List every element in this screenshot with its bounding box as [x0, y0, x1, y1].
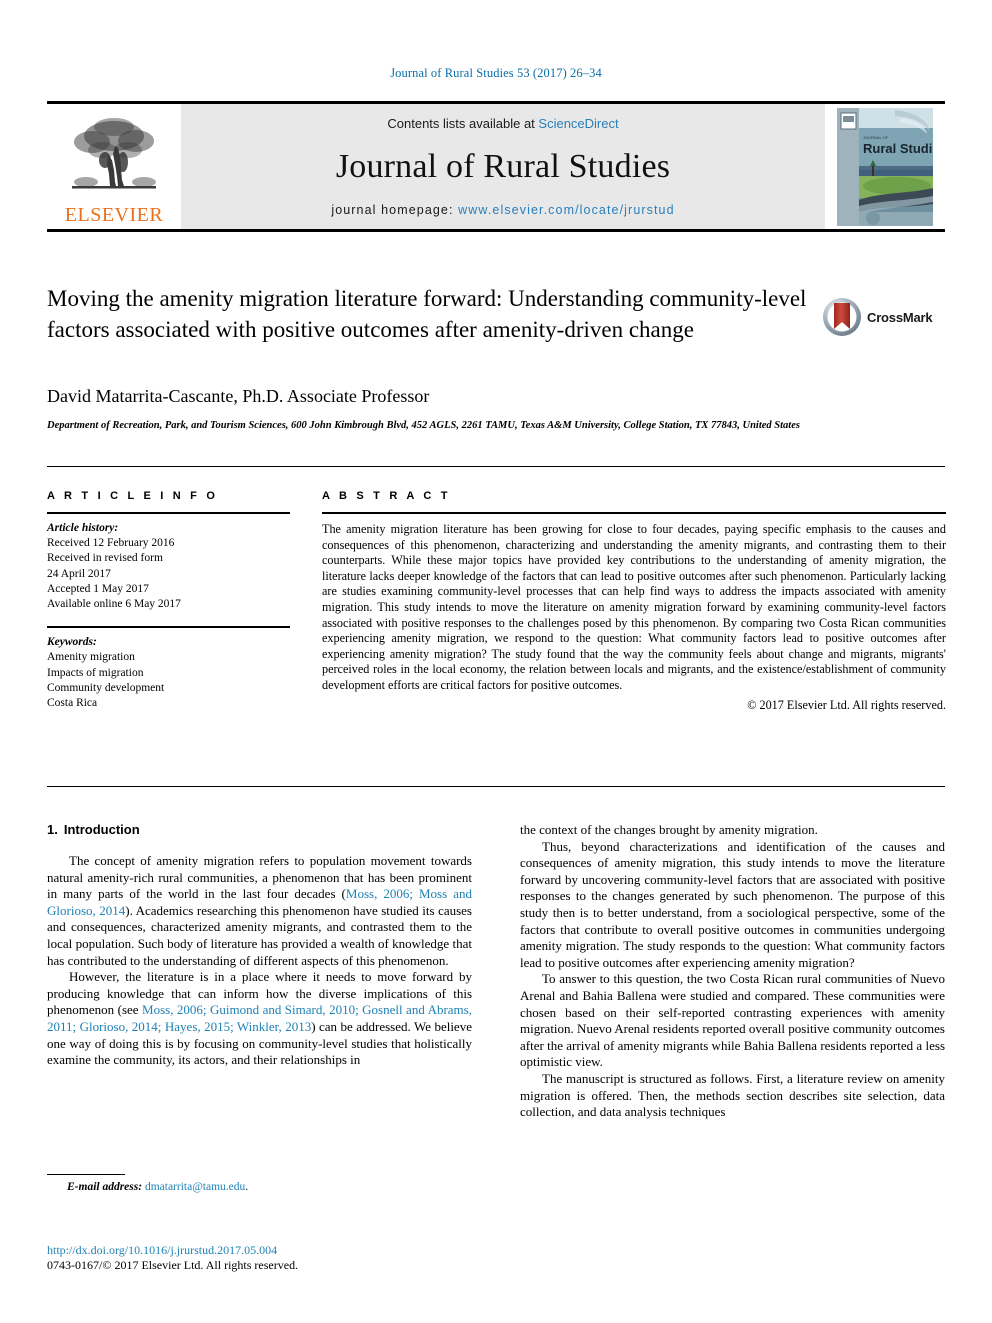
- email-address-label: E-mail address:: [67, 1181, 143, 1193]
- svg-text:JOURNAL OF: JOURNAL OF: [863, 135, 889, 140]
- paragraph-right-3: The manuscript is structured as follows.…: [520, 1071, 945, 1121]
- paragraph-text: the context of the changes brought by am…: [520, 822, 818, 837]
- keywords-label: Keywords:: [47, 636, 97, 649]
- divider-above-abstract: [47, 466, 945, 467]
- journal-title: Journal of Rural Studies: [335, 148, 671, 185]
- journal-masthead: ELSEVIER Contents lists available at Sci…: [47, 101, 945, 232]
- keyword-0: Amenity migration: [47, 651, 135, 664]
- svg-text:Rural Studies: Rural Studies: [863, 141, 933, 156]
- paper-page: Journal of Rural Studies 53 (2017) 26–34: [0, 0, 992, 1323]
- elsevier-logo: ELSEVIER: [47, 104, 181, 229]
- footnote-block: E-mail address: dmatarrita@tamu.edu.: [47, 1174, 472, 1193]
- paragraph-text: The manuscript is structured as follows.…: [520, 1070, 945, 1120]
- history-item-3: Accepted 1 May 2017: [47, 582, 149, 595]
- keyword-2: Community development: [47, 681, 165, 694]
- journal-cover-thumbnail: JOURNAL OF Rural Studies: [825, 104, 945, 229]
- article-history-block: Article history: Received 12 February 20…: [47, 514, 290, 612]
- crossmark-icon: [823, 298, 861, 336]
- crossmark-label: CrossMark: [867, 309, 933, 325]
- abstract-column: A B S T R A C T The amenity migration li…: [322, 490, 946, 713]
- section-title: Introduction: [63, 822, 140, 837]
- journal-homepage-line: journal homepage: www.elsevier.com/locat…: [331, 203, 674, 217]
- footnote-trailing: .: [245, 1181, 249, 1193]
- paragraph-left-1: However, the literature is in a place wh…: [47, 969, 472, 1069]
- history-item-1: Received in revised form: [47, 552, 163, 565]
- article-history-label: Article history:: [47, 522, 119, 534]
- history-item-2: 24 April 2017: [47, 567, 111, 580]
- paragraph-left-0: The concept of amenity migration refers …: [47, 853, 472, 969]
- page-title: Moving the amenity migration literature …: [47, 286, 807, 342]
- author-email-link[interactable]: dmatarrita@tamu.edu: [145, 1181, 245, 1193]
- footnote-email-line: E-mail address: dmatarrita@tamu.edu.: [47, 1181, 472, 1193]
- section-number: 1.: [47, 822, 58, 837]
- masthead-center: Contents lists available at ScienceDirec…: [181, 104, 825, 229]
- paragraph-right-1: Thus, beyond characterizations and ident…: [520, 839, 945, 972]
- title-block: Moving the amenity migration literature …: [47, 283, 807, 345]
- article-info-column: A R T I C L E I N F O Article history: R…: [47, 490, 290, 711]
- keyword-3: Costa Rica: [47, 697, 98, 710]
- article-info-heading: A R T I C L E I N F O: [47, 490, 219, 502]
- abstract-heading: A B S T R A C T: [322, 490, 451, 502]
- author-name: David Matarrita-Cascante, Ph.D. Associat…: [47, 386, 430, 406]
- homepage-prefix: journal homepage:: [331, 203, 459, 217]
- doi-link[interactable]: http://dx.doi.org/10.1016/j.jrurstud.201…: [47, 1243, 567, 1258]
- running-head: Journal of Rural Studies 53 (2017) 26–34: [390, 66, 602, 80]
- body-columns: 1. Introduction The concept of amenity mi…: [47, 822, 945, 1202]
- paragraph-text: To answer to this question, the two Cost…: [520, 971, 945, 1070]
- journal-homepage-link[interactable]: www.elsevier.com/locate/jrurstud: [458, 203, 675, 217]
- divider-below-abstract: [47, 786, 945, 787]
- contents-prefix: Contents lists available at: [387, 116, 539, 131]
- abstract-copyright: © 2017 Elsevier Ltd. All rights reserved…: [747, 697, 946, 712]
- body-column-right: the context of the changes brought by am…: [520, 822, 945, 1202]
- elsevier-wordmark: ELSEVIER: [64, 204, 164, 226]
- crossmark-badge[interactable]: CrossMark: [822, 292, 947, 342]
- history-item-0: Received 12 February 2016: [47, 537, 175, 550]
- section-heading-introduction: 1. Introduction: [47, 822, 472, 837]
- keyword-1: Impacts of migration: [47, 666, 144, 679]
- footnote-rule: [47, 1174, 125, 1175]
- journal-cover-image: JOURNAL OF Rural Studies: [837, 107, 933, 226]
- page-footer: http://dx.doi.org/10.1016/j.jrurstud.201…: [47, 1243, 567, 1273]
- history-item-4: Available online 6 May 2017: [47, 598, 181, 611]
- issn-copyright-line: 0743-0167/© 2017 Elsevier Ltd. All right…: [47, 1258, 299, 1272]
- sciencedirect-link[interactable]: ScienceDirect: [538, 116, 618, 131]
- elsevier-tree-icon: [72, 118, 156, 189]
- keywords-block: Keywords: Amenity migration Impacts of m…: [47, 628, 290, 711]
- body-column-left: 1. Introduction The concept of amenity mi…: [47, 822, 472, 1202]
- author-affiliation: Department of Recreation, Park, and Tour…: [47, 420, 800, 431]
- paragraph-right-2: To answer to this question, the two Cost…: [520, 971, 945, 1071]
- abstract-text: The amenity migration literature has bee…: [322, 522, 946, 692]
- paragraph-right-0: the context of the changes brought by am…: [520, 822, 945, 839]
- paragraph-text: Thus, beyond characterizations and ident…: [520, 838, 945, 970]
- contents-available-line: Contents lists available at ScienceDirec…: [387, 116, 618, 131]
